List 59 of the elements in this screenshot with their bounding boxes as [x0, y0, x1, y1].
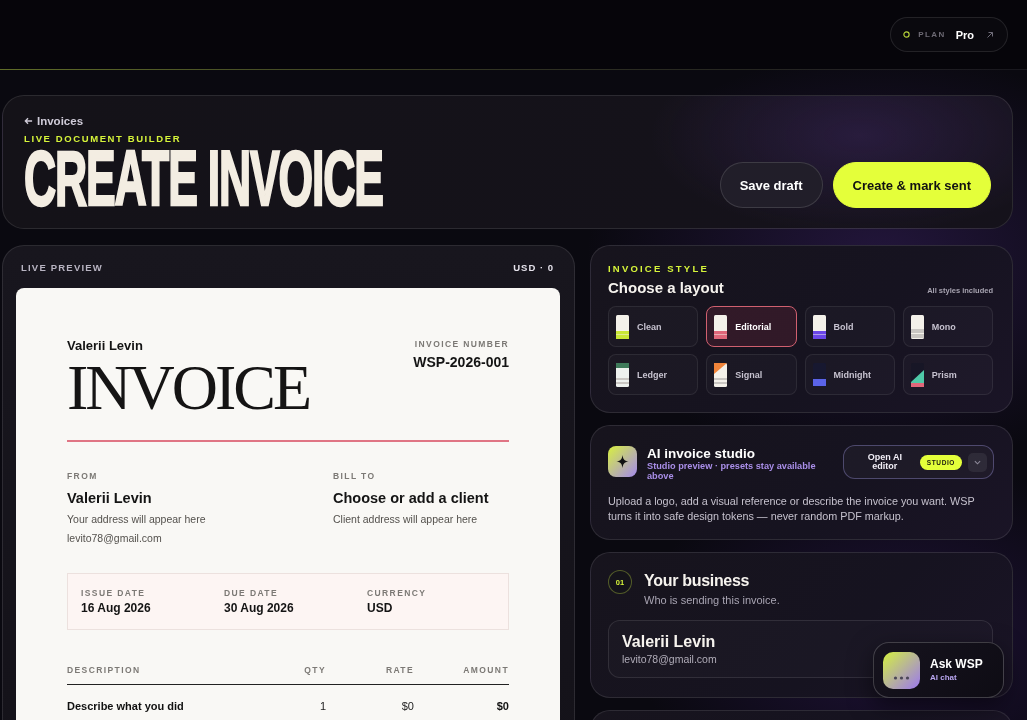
- arrow-left-icon: [24, 117, 33, 125]
- meta-value: 16 Aug 2026: [81, 601, 152, 616]
- save-draft-button[interactable]: Save draft: [719, 162, 823, 208]
- sparkle-icon: [608, 446, 637, 477]
- back-link[interactable]: Invoices: [24, 114, 84, 128]
- table-cell-text: Describe what you did: [67, 700, 185, 713]
- column-header: RATE: [384, 664, 414, 676]
- panel-title: LIVE PREVIEW: [21, 261, 103, 275]
- meta-value: 30 Aug 2026: [224, 601, 295, 616]
- from-detail: Your address will appear here: [67, 512, 207, 526]
- from-label: FROM: [67, 470, 99, 482]
- column-header: AMOUNT: [462, 664, 509, 676]
- from-name: Valerii Levin: [67, 489, 153, 507]
- layout-option[interactable]: Mono: [902, 306, 993, 347]
- eyebrow-label: LIVE DOCUMENT BUILDER: [24, 133, 182, 145]
- section-title: AI invoice studio: [647, 445, 756, 462]
- invoice-title: INVOICE: [67, 356, 310, 420]
- chat-dots-icon: [883, 651, 920, 689]
- layout-option[interactable]: Ledger: [608, 354, 699, 395]
- open-ai-editor-button[interactable]: Open AI editor: [855, 452, 914, 472]
- business-name: Valerii Levin: [622, 632, 716, 652]
- preview-summary: USD · 0: [513, 261, 554, 275]
- section-title: Choose a layout: [608, 278, 724, 298]
- client-detail: Client address will appear here: [333, 512, 479, 526]
- layout-option[interactable]: Bold: [804, 306, 895, 347]
- description-text: Upload a logo, add a visual reference or describe the invoice you want. WSP turns it into safe design tokens — never random PDF markup.: [608, 494, 976, 524]
- section-subtitle: Who is sending this invoice.: [644, 593, 780, 607]
- layout-option[interactable]: Prism: [902, 354, 993, 395]
- chevron-down-icon: [974, 459, 981, 465]
- expand-button[interactable]: [968, 452, 987, 472]
- section-subtitle: Studio preview · presets stay available above: [647, 462, 817, 481]
- invoice-number-label: INVOICE NUMBER: [413, 338, 509, 350]
- ask-assistant-overlay[interactable]: Ask WSP AI chat: [873, 642, 1004, 698]
- meta-label: ISSUE DATE: [81, 587, 147, 599]
- client-name: Choose or add a client: [333, 489, 490, 507]
- layout-option[interactable]: Midnight: [804, 354, 895, 395]
- section-eyebrow: INVOICE STYLE: [608, 262, 710, 276]
- business-email: levito78@gmail.com: [622, 652, 717, 666]
- table-cell-text: 1: [318, 700, 326, 713]
- arrow-up-right-icon: [986, 30, 994, 39]
- column-header: DESCRIPTION: [67, 664, 142, 676]
- column-header: QTY: [303, 664, 326, 676]
- layout-option[interactable]: Editorial: [706, 306, 797, 347]
- meta-label: CURRENCY: [367, 587, 428, 599]
- ring-icon: [903, 31, 911, 38]
- bill-to-label: BILL TO: [333, 470, 377, 482]
- sender-name: Valerii Levin: [67, 338, 144, 354]
- page-title: CREATE INVOICE: [24, 147, 383, 209]
- table-cell-text: $0: [495, 700, 509, 713]
- create-button[interactable]: Create & mark sent: [832, 162, 991, 208]
- meta-value: USD: [367, 601, 394, 616]
- table-cell-text: $0: [400, 700, 414, 713]
- invoice-number: WSP-2026-001: [413, 353, 509, 371]
- layout-option[interactable]: Clean: [608, 306, 699, 347]
- from-detail: levito78@gmail.com: [67, 531, 163, 545]
- meta-label: DUE DATE: [224, 587, 279, 599]
- layout-option[interactable]: Signal: [706, 354, 797, 395]
- section-title: Your business: [644, 571, 751, 591]
- plan-link[interactable]: PLAN Pro: [890, 17, 1008, 52]
